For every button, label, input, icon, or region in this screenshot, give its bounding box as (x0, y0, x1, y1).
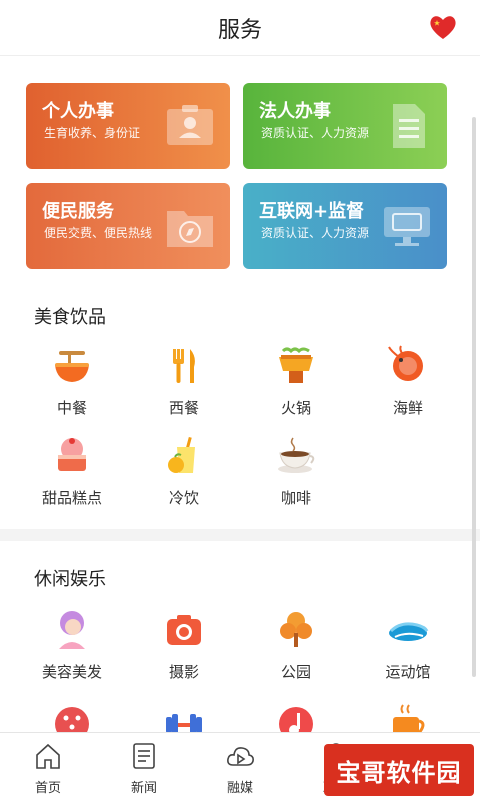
grid-item-coffee[interactable]: 咖啡 (240, 435, 352, 515)
card-title: 互联网+监督 (259, 201, 365, 222)
grid-item-hotpot[interactable]: 火锅 (240, 345, 352, 425)
food-grid: 中餐 西餐 火锅 海鲜 甜品糕点 冷饮 咖啡 (16, 345, 464, 525)
card-subtitle: 资质认证、人力资源 (261, 126, 370, 140)
cold-drink-icon (168, 436, 195, 473)
china-flag-heart-icon[interactable] (428, 12, 458, 42)
tea-cup-icon (393, 704, 425, 733)
grid-item-western-food[interactable]: 西餐 (128, 345, 240, 425)
grid-item-cold-drink[interactable]: 冷饮 (128, 435, 240, 515)
card-title: 法人办事 (259, 101, 331, 122)
dice-icon (55, 707, 89, 733)
grid-item-label: 中餐 (56, 399, 87, 417)
grid-item-dessert[interactable]: 甜品糕点 (16, 435, 128, 515)
tab-label: 融媒 (226, 781, 253, 796)
noodle-bowl-icon (55, 351, 89, 382)
beauty-icon (59, 611, 85, 649)
grid-item-chinese-food[interactable]: 中餐 (16, 345, 128, 425)
cloud-play-icon (227, 747, 254, 766)
folder-compass-icon (167, 211, 213, 247)
grid-item-label: 海鲜 (392, 399, 423, 417)
grid-item-label: 公园 (280, 663, 311, 681)
cake-icon (58, 438, 86, 471)
fork-knife-icon (173, 349, 195, 383)
music-icon (279, 707, 313, 733)
news-icon (133, 743, 155, 769)
grid-item-label: 摄影 (168, 663, 199, 681)
grid-item-game[interactable] (16, 703, 128, 733)
main-scroll[interactable]: 个人办事 生育收养、身份证 法人办事 资质认证、人力资源 便民服务 便民交费、便… (0, 57, 480, 733)
leisure-grid: 美容美发 摄影 公园 运动馆 (16, 609, 464, 733)
card-title: 个人办事 (42, 101, 114, 122)
scrollbar[interactable] (472, 117, 476, 677)
tab-label: 首页 (34, 781, 61, 796)
grid-item-beauty-salon[interactable]: 美容美发 (16, 609, 128, 689)
watermark-badge: 宝哥软件园 (324, 744, 474, 796)
tab-label: 新闻 (130, 781, 157, 796)
section-title-leisure: 休闲娱乐 (34, 569, 106, 590)
coffee-cup-icon (278, 437, 315, 473)
hotpot-icon (279, 347, 313, 383)
grid-item-sports-venue[interactable]: 运动馆 (352, 609, 464, 689)
wave-icon (389, 622, 429, 641)
shrimp-icon (388, 345, 423, 381)
card-personal-affairs[interactable]: 个人办事 生育收养、身份证 (26, 83, 230, 169)
dumbbell-icon (166, 714, 202, 733)
grid-item-seafood[interactable]: 海鲜 (352, 345, 464, 425)
card-subtitle: 资质认证、人力资源 (261, 226, 370, 240)
grid-item-photography[interactable]: 摄影 (128, 609, 240, 689)
grid-item-label: 美容美发 (41, 663, 102, 681)
monitor-icon (384, 207, 430, 246)
service-cards: 个人办事 生育收养、身份证 法人办事 资质认证、人力资源 便民服务 便民交费、便… (26, 83, 448, 273)
card-legal-affairs[interactable]: 法人办事 资质认证、人力资源 (243, 83, 447, 169)
top-header: 服务 (0, 0, 480, 56)
document-icon (393, 104, 425, 148)
card-subtitle: 便民交费、便民热线 (44, 226, 153, 240)
grid-item-label: 火锅 (280, 399, 311, 417)
tab-home[interactable]: 首页 (0, 733, 96, 800)
card-subtitle: 生育收养、身份证 (44, 126, 141, 140)
grid-item-label: 咖啡 (280, 489, 311, 507)
page-title: 服务 (217, 17, 262, 43)
card-convenience-services[interactable]: 便民服务 便民交费、便民热线 (26, 183, 230, 269)
id-card-icon (167, 105, 213, 145)
grid-item-label: 西餐 (168, 399, 199, 417)
grid-item-label: 甜品糕点 (41, 489, 102, 507)
grid-item-label: 运动馆 (385, 663, 431, 681)
card-internet-supervision[interactable]: 互联网+监督 资质认证、人力资源 (243, 183, 447, 269)
tab-news[interactable]: 新闻 (96, 733, 192, 800)
tree-icon (280, 612, 312, 647)
card-title: 便民服务 (42, 201, 114, 222)
section-divider (0, 529, 480, 541)
camera-icon (167, 615, 201, 645)
section-title-food: 美食饮品 (34, 307, 106, 328)
tab-media[interactable]: 融媒 (192, 733, 288, 800)
home-icon (36, 743, 60, 769)
grid-item-label: 冷饮 (168, 489, 199, 507)
grid-item-park[interactable]: 公园 (240, 609, 352, 689)
grid-item-tea[interactable] (352, 703, 464, 733)
grid-item-music[interactable] (240, 703, 352, 733)
grid-item-gym[interactable] (128, 703, 240, 733)
